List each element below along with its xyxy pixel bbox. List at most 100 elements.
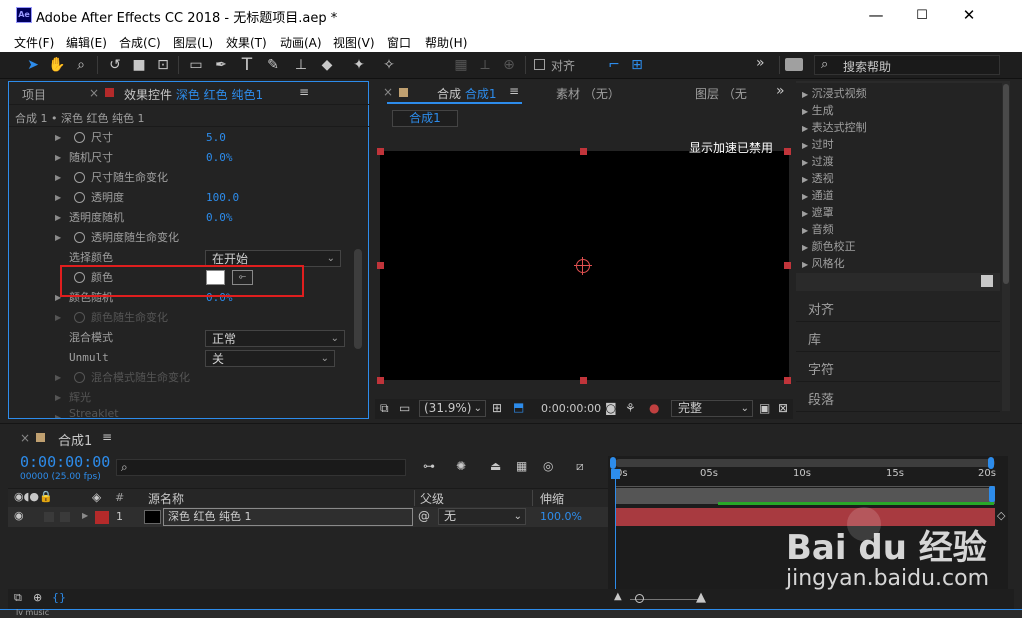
hand-tool-icon[interactable]: ✋ — [46, 55, 68, 75]
expand-triangle-icon[interactable]: ▶ — [82, 511, 88, 520]
panel-paragraph[interactable]: 段落 — [796, 383, 1000, 412]
expand-triangle-icon[interactable]: ▶ — [55, 168, 61, 188]
axis-local-icon[interactable]: ▦ — [450, 55, 472, 75]
menu-view[interactable]: 视图(V) — [333, 34, 375, 51]
menu-animation[interactable]: 动画(A) — [280, 34, 322, 51]
panel-align[interactable]: 对齐 — [796, 293, 1000, 322]
menu-effect[interactable]: 效果(T) — [226, 34, 267, 51]
composition-canvas[interactable]: 显示加速已禁用 — [380, 141, 789, 380]
snap-checkbox[interactable] — [534, 59, 545, 70]
in-out-panes-icon[interactable]: {} — [52, 591, 66, 604]
menu-help[interactable]: 帮助(H) — [425, 34, 467, 51]
menu-composition[interactable]: 合成(C) — [119, 34, 161, 51]
snapshot-icon[interactable]: ◙ — [605, 401, 617, 415]
show-snapshot-icon[interactable]: ⚘ — [625, 401, 636, 415]
effect-category[interactable]: ▶ 遮罩 — [802, 204, 834, 220]
timeline-search-input[interactable]: ⌕ — [116, 459, 406, 476]
expand-triangle-icon[interactable]: ▶ — [55, 148, 61, 168]
menu-edit[interactable]: 编辑(E) — [66, 34, 107, 51]
panel-menu-icon[interactable]: ≡ — [509, 84, 519, 98]
panel-scrollbar[interactable] — [354, 249, 362, 349]
pick-whip-icon[interactable]: @ — [418, 509, 430, 523]
expand-triangle-icon[interactable]: ▶ — [55, 308, 61, 328]
transform-handle[interactable] — [377, 377, 384, 384]
axis-world-icon[interactable]: ⟂ — [474, 55, 496, 75]
zoom-tool-icon[interactable]: ⌕ — [70, 55, 92, 75]
expand-triangle-icon[interactable]: ▶ — [55, 388, 61, 408]
eraser-tool-icon[interactable]: ◆ — [316, 55, 338, 75]
expand-triangle-icon[interactable]: ▶ — [55, 408, 61, 418]
effect-category[interactable]: ▶ 表达式控制 — [802, 119, 867, 135]
tab-effect-controls[interactable]: 效果控件 深色 红色 纯色1 — [124, 86, 263, 103]
parent-header[interactable]: 父级 — [420, 490, 444, 507]
color-channel-icon[interactable]: ● — [649, 401, 659, 415]
close-tab-icon[interactable]: × — [89, 86, 99, 100]
transform-handle[interactable] — [784, 148, 791, 155]
pan-behind-tool-icon[interactable]: ⊡ — [152, 55, 174, 75]
graph-editor-icon[interactable]: ⧄ — [576, 459, 584, 474]
always-preview-icon[interactable]: ⧉ — [380, 401, 389, 416]
monitor-icon[interactable]: ▭ — [399, 401, 410, 415]
zoom-out-icon[interactable]: ▲ — [614, 591, 622, 602]
lock-toggle[interactable] — [60, 512, 70, 522]
right-scrollbar[interactable] — [1003, 84, 1009, 284]
visibility-eye-icon[interactable]: ◉ — [14, 509, 24, 522]
timeline-tab[interactable]: 合成1 — [58, 430, 92, 449]
transform-handle[interactable] — [784, 377, 791, 384]
effect-category[interactable]: ▶ 音频 — [802, 221, 834, 237]
effect-category[interactable]: ▶ 过渡 — [802, 153, 834, 169]
type-tool-icon[interactable]: T — [236, 55, 258, 75]
prop-value[interactable]: 0.0% — [206, 208, 233, 228]
stretch-header[interactable]: 伸缩 — [540, 490, 564, 507]
search-help-field[interactable]: ⌕ 搜索帮助 — [814, 55, 1000, 75]
unmult-dropdown[interactable]: 关 ⌄ — [205, 350, 335, 367]
expand-triangle-icon[interactable]: ▶ — [55, 188, 61, 208]
anchor-point-icon[interactable] — [576, 259, 590, 273]
transform-handle[interactable] — [580, 377, 587, 384]
prop-value[interactable]: 0.0% — [206, 148, 233, 168]
stopwatch-icon[interactable] — [74, 372, 85, 383]
snap-features-icon[interactable]: ⊞ — [626, 55, 648, 75]
snap-edges-icon[interactable]: ⌐ — [603, 55, 625, 75]
layer-switches-icon[interactable]: ⧉ — [14, 591, 22, 605]
label-icon[interactable]: ◈ — [92, 490, 101, 504]
comp-flowchart-icon[interactable]: ⊶ — [423, 459, 435, 473]
new-folder-icon[interactable] — [981, 275, 993, 287]
viewer-overflow[interactable]: » — [776, 83, 785, 99]
layer-end-handle-icon[interactable]: ◇ — [997, 509, 1005, 522]
resolution-dropdown[interactable]: 完整 ⌄ — [671, 400, 753, 417]
workspace-menu-icon[interactable] — [785, 58, 803, 71]
tab-layer[interactable]: 图层 （无 — [695, 85, 747, 102]
layer-row[interactable]: ◉ ▶ 1 深色 红色 纯色 1 @ 无 ⌄ 100.0% — [8, 507, 608, 527]
effect-category[interactable]: ▶ 风格化 — [802, 255, 845, 271]
expand-triangle-icon[interactable]: ▶ — [55, 368, 61, 388]
prop-value[interactable]: 5.0 — [206, 128, 226, 148]
comp-nav-button[interactable]: 合成1 — [392, 110, 458, 127]
puppet-tool-icon[interactable]: ✧ — [378, 55, 400, 75]
tab-footage[interactable]: 素材 （无） — [556, 85, 620, 102]
layer-name-field[interactable]: 深色 红色 纯色 1 — [163, 508, 413, 526]
work-area-end-handle[interactable] — [989, 486, 995, 502]
effect-category[interactable]: ▶ 沉浸式视频 — [802, 85, 867, 101]
close-tab-icon[interactable]: × — [383, 85, 393, 99]
zoom-in-icon[interactable]: ▲ — [696, 590, 706, 605]
tab-composition[interactable]: 合成 合成1 — [437, 85, 496, 102]
zoom-slider-thumb[interactable] — [635, 594, 644, 603]
effect-category[interactable]: ▶ 颜色校正 — [802, 238, 856, 254]
layer-label-color[interactable] — [95, 511, 109, 524]
workspace-overflow[interactable]: » — [756, 55, 765, 71]
tab-project[interactable]: 项目 — [22, 86, 46, 103]
transfer-controls-icon[interactable]: ⊕ — [33, 591, 42, 604]
region-of-interest-icon[interactable]: ▣ — [759, 401, 770, 415]
axis-view-icon[interactable]: ⊕ — [498, 55, 520, 75]
av-features-icon[interactable]: ◉◖●🔒 — [14, 490, 53, 503]
brush-tool-icon[interactable]: ✎ — [262, 55, 284, 75]
time-navigator-bar[interactable] — [615, 459, 995, 467]
source-name-header[interactable]: 源名称 — [148, 490, 184, 507]
frame-blending-icon[interactable]: ▦ — [516, 459, 527, 473]
menu-window[interactable]: 窗口 — [387, 34, 411, 51]
minimize-button[interactable]: — — [853, 0, 899, 31]
pen-tool-icon[interactable]: ✒ — [210, 55, 232, 75]
menu-layer[interactable]: 图层(L) — [173, 34, 213, 51]
blend-mode-dropdown[interactable]: 正常 ⌄ — [205, 330, 345, 347]
